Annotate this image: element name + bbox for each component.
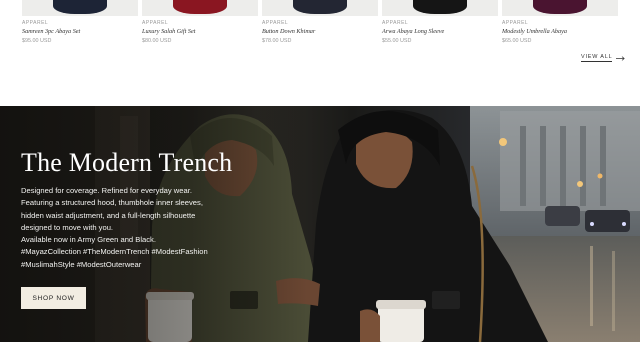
product-price: $80.00 USD bbox=[142, 38, 172, 44]
garment-shape bbox=[293, 0, 347, 14]
product-name[interactable]: Samreen 3pc Abaya Set bbox=[22, 28, 80, 35]
hero-description-text: Designed for coverage. Refined for every… bbox=[21, 186, 203, 232]
product-card[interactable]: APPAREL Samreen 3pc Abaya Set $95.00 USD bbox=[22, 0, 138, 50]
product-name[interactable]: Button Down Khimar bbox=[262, 28, 315, 35]
product-card[interactable]: APPAREL Button Down Khimar $78.00 USD bbox=[262, 0, 378, 50]
garment-shape bbox=[413, 0, 467, 14]
hero-hashtags: #MayazCollection #TheModernTrench #Modes… bbox=[21, 247, 208, 269]
product-category: APPAREL bbox=[382, 20, 409, 26]
hero-banner: The Modern Trench Designed for coverage.… bbox=[0, 106, 640, 342]
product-price: $95.00 USD bbox=[22, 38, 52, 44]
view-all-link[interactable]: VIEW ALL bbox=[581, 54, 626, 62]
hero-description: Designed for coverage. Refined for every… bbox=[21, 185, 226, 271]
product-category: APPAREL bbox=[502, 20, 529, 26]
product-card[interactable]: APPAREL Arwa Abaya Long Sleeve $55.00 US… bbox=[382, 0, 498, 50]
shop-now-button[interactable]: SHOP NOW bbox=[21, 287, 86, 309]
product-category: APPAREL bbox=[262, 20, 289, 26]
product-name[interactable]: Modestly Umbrella Abaya bbox=[502, 28, 567, 35]
product-image[interactable] bbox=[142, 0, 258, 16]
product-image[interactable] bbox=[502, 0, 618, 16]
garment-shape bbox=[533, 0, 587, 14]
view-all-label: VIEW ALL bbox=[581, 54, 613, 62]
garment-shape bbox=[173, 0, 227, 14]
product-name[interactable]: Luxury Salah Gift Set bbox=[142, 28, 195, 35]
arrow-right-icon bbox=[616, 55, 626, 61]
page-continuation bbox=[0, 342, 640, 360]
product-price: $78.00 USD bbox=[262, 38, 292, 44]
product-grid: APPAREL Samreen 3pc Abaya Set $95.00 USD… bbox=[22, 0, 618, 52]
product-card[interactable]: APPAREL Modestly Umbrella Abaya $65.00 U… bbox=[502, 0, 618, 50]
product-name[interactable]: Arwa Abaya Long Sleeve bbox=[382, 28, 444, 35]
product-image[interactable] bbox=[262, 0, 378, 16]
product-image[interactable] bbox=[22, 0, 138, 16]
product-category: APPAREL bbox=[22, 20, 49, 26]
hero-availability: Available now in Army Green and Black. bbox=[21, 235, 156, 245]
product-category: APPAREL bbox=[142, 20, 169, 26]
product-price: $55.00 USD bbox=[382, 38, 412, 44]
product-card[interactable]: APPAREL Luxury Salah Gift Set $80.00 USD bbox=[142, 0, 258, 50]
product-price: $65.00 USD bbox=[502, 38, 532, 44]
garment-shape bbox=[53, 0, 107, 14]
hero-title: The Modern Trench bbox=[21, 148, 233, 177]
product-image[interactable] bbox=[382, 0, 498, 16]
